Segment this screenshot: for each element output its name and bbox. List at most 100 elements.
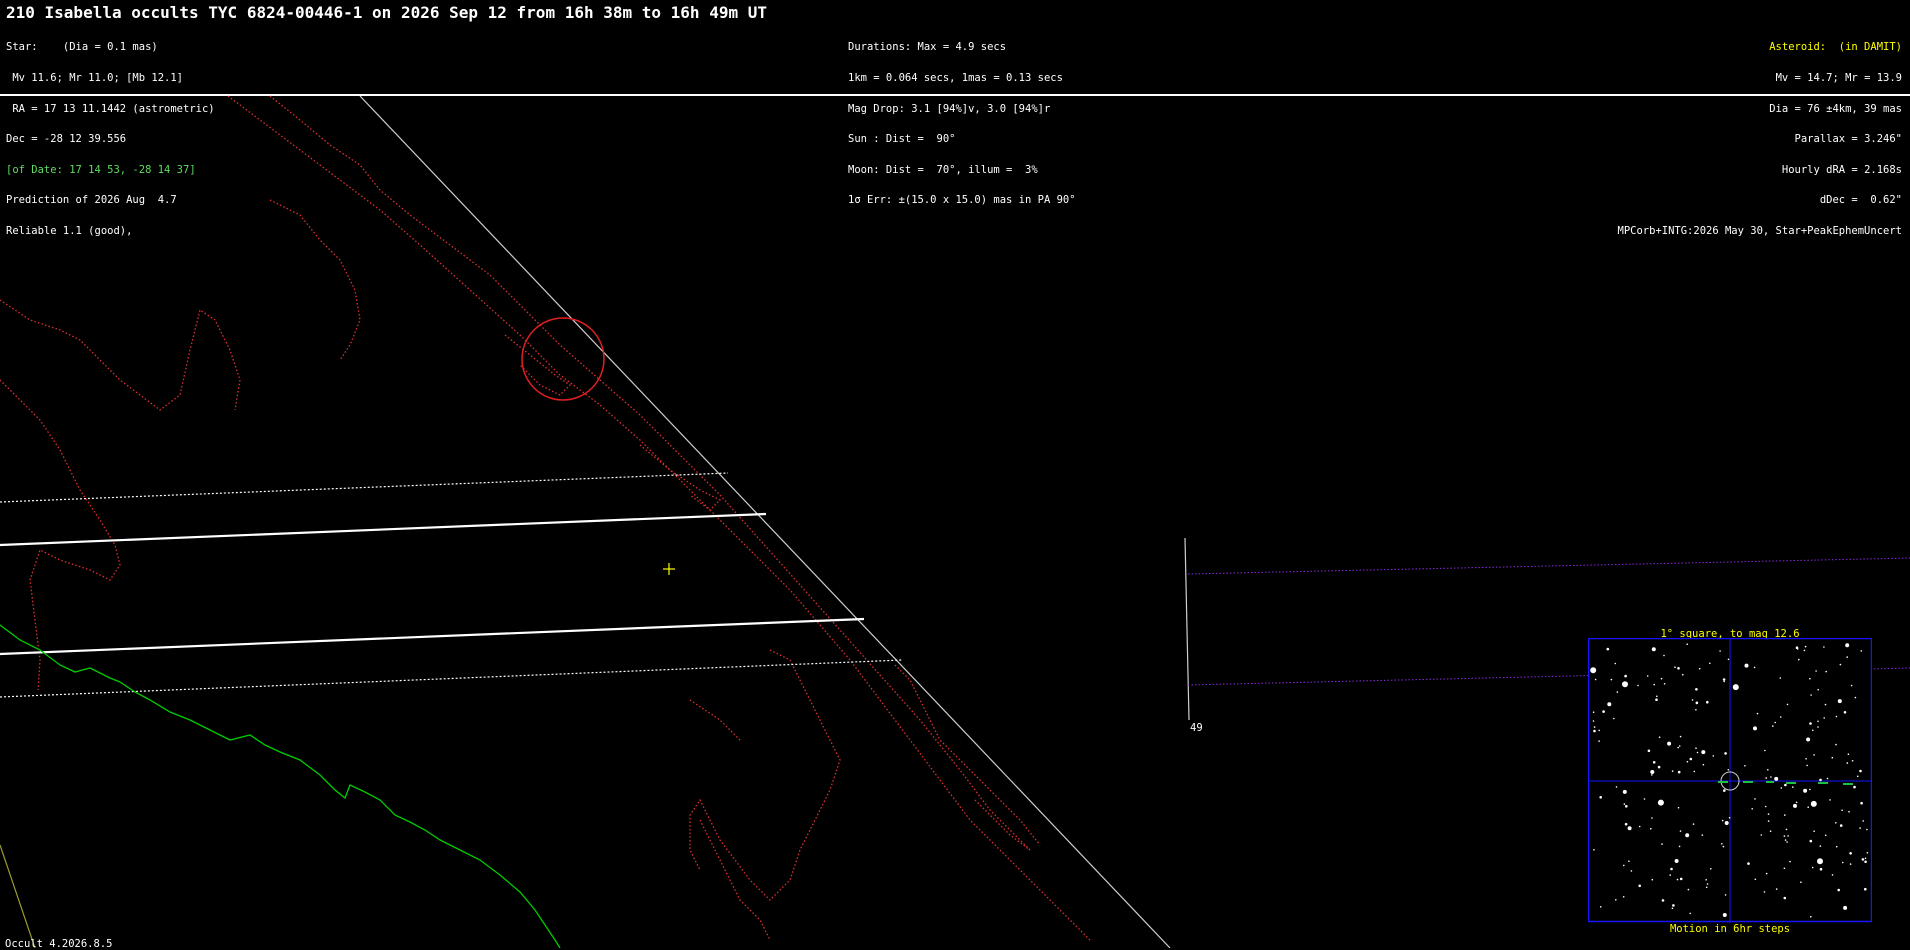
- background-star: [1819, 845, 1822, 847]
- background-star: [1786, 703, 1789, 706]
- background-star: [1678, 745, 1681, 747]
- background-star: [1817, 726, 1819, 728]
- background-star: [1614, 662, 1617, 665]
- background-star: [1843, 905, 1848, 910]
- background-star: [1657, 799, 1664, 806]
- background-star: [1846, 762, 1849, 764]
- background-star: [1721, 819, 1724, 822]
- background-star: [1811, 866, 1814, 869]
- background-star: [1764, 749, 1766, 752]
- background-star: [1689, 912, 1691, 915]
- background-star: [1660, 677, 1663, 680]
- background-star: [1610, 678, 1613, 681]
- background-star: [1724, 752, 1727, 755]
- software-version: Occult 4.2026.8.5: [5, 938, 113, 950]
- background-star: [1686, 760, 1689, 763]
- background-star: [1702, 763, 1705, 766]
- coastlines: [0, 95, 1091, 941]
- background-star: [1753, 726, 1757, 731]
- background-star: [1590, 667, 1597, 674]
- background-star: [1784, 814, 1786, 816]
- path-edge-south: [0, 617, 865, 656]
- background-star: [1775, 888, 1778, 890]
- background-star: [1646, 675, 1649, 677]
- background-star: [1709, 662, 1711, 665]
- background-star: [1837, 888, 1840, 892]
- background-star: [1686, 643, 1688, 645]
- background-star: [1661, 899, 1665, 902]
- background-star: [1695, 709, 1697, 711]
- background-star: [1719, 650, 1721, 652]
- background-star: [1677, 770, 1681, 774]
- background-star: [1803, 649, 1806, 652]
- background-star: [1625, 805, 1628, 808]
- background-star: [1809, 722, 1812, 725]
- background-star: [1676, 878, 1679, 881]
- background-star: [1594, 678, 1597, 681]
- background-star: [1638, 825, 1641, 828]
- background-star: [1783, 867, 1786, 870]
- path-limit-north-dotted: [0, 472, 729, 503]
- background-star: [1779, 677, 1782, 679]
- background-star: [1843, 711, 1847, 714]
- background-star: [1798, 658, 1800, 661]
- background-star: [1764, 805, 1767, 808]
- background-star: [1819, 778, 1822, 782]
- background-star: [1823, 717, 1825, 719]
- background-star: [1698, 667, 1701, 670]
- background-star: [1670, 867, 1673, 871]
- background-star: [1824, 703, 1827, 706]
- background-star: [1592, 720, 1595, 722]
- background-star: [1669, 874, 1671, 876]
- background-star: [1727, 658, 1730, 661]
- background-star: [1753, 666, 1756, 669]
- background-star: [1864, 857, 1867, 860]
- background-star: [1651, 817, 1653, 819]
- background-star: [1866, 852, 1869, 854]
- background-star: [1695, 747, 1697, 749]
- background-star: [1592, 711, 1595, 713]
- background-star: [1687, 888, 1690, 891]
- background-star: [1826, 777, 1829, 780]
- background-star: [1859, 769, 1862, 773]
- background-star: [1689, 757, 1693, 761]
- background-star: [1724, 821, 1729, 825]
- background-star: [1806, 737, 1811, 742]
- background-star: [1627, 826, 1632, 831]
- background-star: [1691, 699, 1694, 701]
- background-star: [1859, 827, 1861, 829]
- background-star: [1792, 786, 1794, 788]
- olive-line: [0, 844, 36, 948]
- background-star: [1784, 783, 1787, 787]
- star-chart-footer: Motion in 6hr steps: [1669, 923, 1791, 935]
- background-star: [1825, 670, 1827, 673]
- background-star: [1616, 691, 1619, 693]
- star-chart-inset[interactable]: [1588, 638, 1872, 923]
- background-star: [1866, 828, 1868, 831]
- background-star: [1851, 760, 1854, 762]
- purple-line-north: [1187, 557, 1910, 575]
- time-tick-label: 49: [1190, 722, 1203, 734]
- background-star: [1696, 751, 1699, 754]
- background-star: [1769, 830, 1772, 832]
- background-star: [1842, 861, 1844, 864]
- background-star: [1598, 729, 1600, 732]
- background-star: [1679, 830, 1682, 832]
- background-star: [1599, 796, 1602, 799]
- background-star: [1845, 643, 1850, 648]
- background-star: [1599, 906, 1602, 908]
- background-star: [1628, 860, 1630, 862]
- background-star: [1593, 849, 1595, 851]
- background-star: [1767, 769, 1769, 771]
- background-star: [1682, 673, 1684, 676]
- background-star: [1657, 765, 1661, 769]
- background-star: [1692, 823, 1695, 825]
- background-star: [1850, 684, 1853, 687]
- background-star: [1606, 647, 1610, 651]
- background-star: [1774, 776, 1779, 781]
- background-star: [1795, 646, 1799, 649]
- background-star: [1795, 801, 1798, 804]
- background-star: [1710, 868, 1712, 870]
- background-star: [1807, 806, 1809, 808]
- background-star: [1815, 670, 1817, 672]
